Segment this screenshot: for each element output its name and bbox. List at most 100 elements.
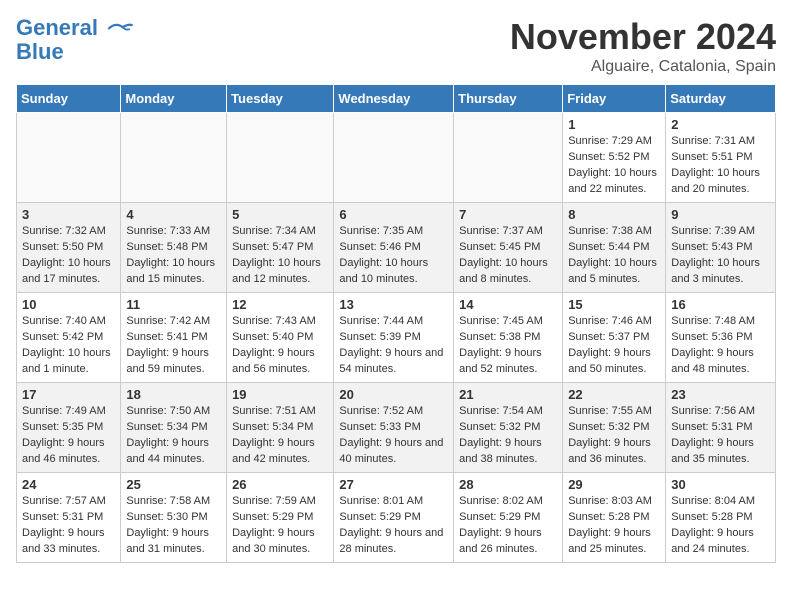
day-number: 30 <box>671 477 770 492</box>
day-info: Sunrise: 7:46 AM Sunset: 5:37 PM Dayligh… <box>568 314 660 378</box>
day-number: 13 <box>339 297 448 312</box>
day-info: Sunrise: 7:56 AM Sunset: 5:31 PM Dayligh… <box>671 404 770 468</box>
day-number: 23 <box>671 387 770 402</box>
calendar-cell <box>121 113 227 203</box>
day-info: Sunrise: 7:44 AM Sunset: 5:39 PM Dayligh… <box>339 314 448 378</box>
calendar-cell: 1 Sunrise: 7:29 AM Sunset: 5:52 PM Daylig… <box>563 113 666 203</box>
calendar-cell: 22 Sunrise: 7:55 AM Sunset: 5:32 PM Dayli… <box>563 383 666 473</box>
calendar-cell: 2 Sunrise: 7:31 AM Sunset: 5:51 PM Daylig… <box>666 113 776 203</box>
calendar-cell: 20Sunrise: 7:52 AM Sunset: 5:33 PM Dayli… <box>334 383 454 473</box>
day-info: Sunrise: 7:31 AM Sunset: 5:51 PM Dayligh… <box>671 134 770 198</box>
day-info: Sunrise: 7:58 AM Sunset: 5:30 PM Dayligh… <box>126 494 221 558</box>
weekday-header-tuesday: Tuesday <box>227 85 334 113</box>
calendar-cell: 30 Sunrise: 8:04 AM Sunset: 5:28 PM Dayli… <box>666 473 776 563</box>
day-info: Sunrise: 8:02 AM Sunset: 5:29 PM Dayligh… <box>459 494 557 558</box>
day-info: Sunrise: 8:01 AM Sunset: 5:29 PM Dayligh… <box>339 494 448 558</box>
calendar-cell: 15 Sunrise: 7:46 AM Sunset: 5:37 PM Dayli… <box>563 293 666 383</box>
calendar-cell: 4 Sunrise: 7:33 AM Sunset: 5:48 PM Daylig… <box>121 203 227 293</box>
day-number: 11 <box>126 297 221 312</box>
day-number: 10 <box>22 297 115 312</box>
calendar-cell: 21 Sunrise: 7:54 AM Sunset: 5:32 PM Dayli… <box>454 383 563 473</box>
day-info: Sunrise: 7:34 AM Sunset: 5:47 PM Dayligh… <box>232 224 328 288</box>
day-info: Sunrise: 7:49 AM Sunset: 5:35 PM Dayligh… <box>22 404 115 468</box>
day-info: Sunrise: 7:50 AM Sunset: 5:34 PM Dayligh… <box>126 404 221 468</box>
day-number: 8 <box>568 207 660 222</box>
day-info: Sunrise: 7:33 AM Sunset: 5:48 PM Dayligh… <box>126 224 221 288</box>
day-info: Sunrise: 7:40 AM Sunset: 5:42 PM Dayligh… <box>22 314 115 378</box>
day-number: 17 <box>22 387 115 402</box>
day-number: 1 <box>568 117 660 132</box>
title-area: November 2024 Alguaire, Catalonia, Spain <box>510 16 776 76</box>
day-info: Sunrise: 7:29 AM Sunset: 5:52 PM Dayligh… <box>568 134 660 198</box>
month-title: November 2024 <box>510 16 776 58</box>
day-number: 12 <box>232 297 328 312</box>
day-number: 9 <box>671 207 770 222</box>
calendar-cell <box>17 113 121 203</box>
day-number: 25 <box>126 477 221 492</box>
calendar-cell: 26 Sunrise: 7:59 AM Sunset: 5:29 PM Dayli… <box>227 473 334 563</box>
calendar-cell: 25 Sunrise: 7:58 AM Sunset: 5:30 PM Dayli… <box>121 473 227 563</box>
day-number: 26 <box>232 477 328 492</box>
weekday-header-monday: Monday <box>121 85 227 113</box>
logo: General Blue <box>16 16 134 64</box>
day-info: Sunrise: 7:54 AM Sunset: 5:32 PM Dayligh… <box>459 404 557 468</box>
calendar-cell: 23 Sunrise: 7:56 AM Sunset: 5:31 PM Dayli… <box>666 383 776 473</box>
day-info: Sunrise: 7:42 AM Sunset: 5:41 PM Dayligh… <box>126 314 221 378</box>
day-number: 5 <box>232 207 328 222</box>
day-number: 14 <box>459 297 557 312</box>
location: Alguaire, Catalonia, Spain <box>510 58 776 76</box>
calendar-cell <box>454 113 563 203</box>
calendar-cell: 3 Sunrise: 7:32 AM Sunset: 5:50 PM Daylig… <box>17 203 121 293</box>
weekday-header-wednesday: Wednesday <box>334 85 454 113</box>
day-info: Sunrise: 7:43 AM Sunset: 5:40 PM Dayligh… <box>232 314 328 378</box>
day-number: 24 <box>22 477 115 492</box>
calendar-cell: 13 Sunrise: 7:44 AM Sunset: 5:39 PM Dayli… <box>334 293 454 383</box>
day-number: 6 <box>339 207 448 222</box>
day-info: Sunrise: 7:35 AM Sunset: 5:46 PM Dayligh… <box>339 224 448 288</box>
calendar-cell: 12 Sunrise: 7:43 AM Sunset: 5:40 PM Dayli… <box>227 293 334 383</box>
calendar-cell: 11 Sunrise: 7:42 AM Sunset: 5:41 PM Dayli… <box>121 293 227 383</box>
day-info: Sunrise: 7:45 AM Sunset: 5:38 PM Dayligh… <box>459 314 557 378</box>
day-info: Sunrise: 7:32 AM Sunset: 5:50 PM Dayligh… <box>22 224 115 288</box>
logo-text: General <box>16 16 134 40</box>
calendar-cell: 10 Sunrise: 7:40 AM Sunset: 5:42 PM Dayli… <box>17 293 121 383</box>
calendar-cell: 14 Sunrise: 7:45 AM Sunset: 5:38 PM Dayli… <box>454 293 563 383</box>
calendar-cell: 29 Sunrise: 8:03 AM Sunset: 5:28 PM Dayli… <box>563 473 666 563</box>
day-info: Sunrise: 7:38 AM Sunset: 5:44 PM Dayligh… <box>568 224 660 288</box>
day-number: 22 <box>568 387 660 402</box>
weekday-header-sunday: Sunday <box>17 85 121 113</box>
weekday-header-thursday: Thursday <box>454 85 563 113</box>
day-number: 28 <box>459 477 557 492</box>
day-number: 21 <box>459 387 557 402</box>
calendar-cell: 7 Sunrise: 7:37 AM Sunset: 5:45 PM Daylig… <box>454 203 563 293</box>
calendar-cell <box>334 113 454 203</box>
calendar-cell: 28 Sunrise: 8:02 AM Sunset: 5:29 PM Dayli… <box>454 473 563 563</box>
calendar-cell: 19Sunrise: 7:51 AM Sunset: 5:34 PM Dayli… <box>227 383 334 473</box>
day-number: 7 <box>459 207 557 222</box>
day-number: 19 <box>232 387 328 402</box>
day-info: Sunrise: 8:04 AM Sunset: 5:28 PM Dayligh… <box>671 494 770 558</box>
day-info: Sunrise: 7:59 AM Sunset: 5:29 PM Dayligh… <box>232 494 328 558</box>
day-number: 4 <box>126 207 221 222</box>
day-number: 15 <box>568 297 660 312</box>
day-number: 20 <box>339 387 448 402</box>
calendar-cell: 9 Sunrise: 7:39 AM Sunset: 5:43 PM Daylig… <box>666 203 776 293</box>
day-info: Sunrise: 7:55 AM Sunset: 5:32 PM Dayligh… <box>568 404 660 468</box>
day-number: 3 <box>22 207 115 222</box>
day-number: 2 <box>671 117 770 132</box>
day-info: Sunrise: 7:37 AM Sunset: 5:45 PM Dayligh… <box>459 224 557 288</box>
day-info: Sunrise: 7:39 AM Sunset: 5:43 PM Dayligh… <box>671 224 770 288</box>
day-info: Sunrise: 7:48 AM Sunset: 5:36 PM Dayligh… <box>671 314 770 378</box>
header: General Blue November 2024 Alguaire, Cat… <box>16 16 776 76</box>
calendar-cell: 8 Sunrise: 7:38 AM Sunset: 5:44 PM Daylig… <box>563 203 666 293</box>
day-number: 18 <box>126 387 221 402</box>
logo-blue-text: Blue <box>16 39 64 64</box>
calendar-cell: 27Sunrise: 8:01 AM Sunset: 5:29 PM Dayli… <box>334 473 454 563</box>
calendar-cell: 5 Sunrise: 7:34 AM Sunset: 5:47 PM Daylig… <box>227 203 334 293</box>
calendar-cell: 18 Sunrise: 7:50 AM Sunset: 5:34 PM Dayli… <box>121 383 227 473</box>
day-info: Sunrise: 8:03 AM Sunset: 5:28 PM Dayligh… <box>568 494 660 558</box>
calendar-cell: 6 Sunrise: 7:35 AM Sunset: 5:46 PM Daylig… <box>334 203 454 293</box>
calendar-cell: 17 Sunrise: 7:49 AM Sunset: 5:35 PM Dayli… <box>17 383 121 473</box>
day-number: 29 <box>568 477 660 492</box>
calendar-cell: 24Sunrise: 7:57 AM Sunset: 5:31 PM Dayli… <box>17 473 121 563</box>
